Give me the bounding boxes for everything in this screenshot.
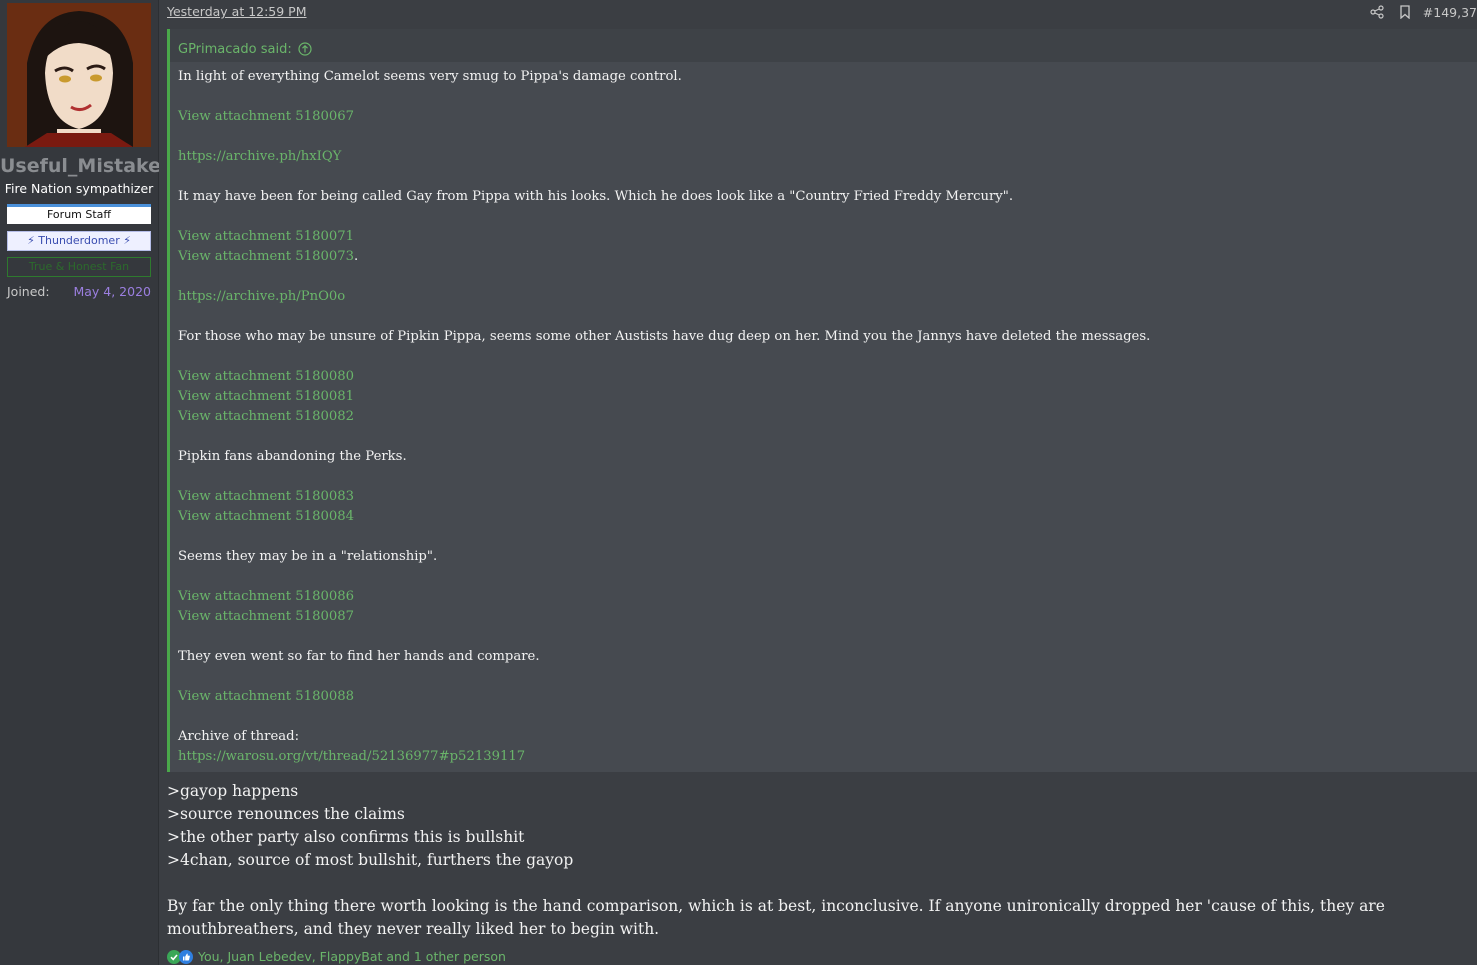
quote-text-line: Pipkin fans abandoning the Perks.: [178, 447, 1477, 467]
quote-spacer: [178, 467, 1477, 487]
quote-text: Pipkin fans abandoning the Perks.: [178, 449, 407, 464]
quote-spacer: [178, 207, 1477, 227]
quote-spacer: [178, 707, 1477, 727]
quote-link-line: https://archive.ph/hxIQY: [178, 147, 1477, 167]
quote-spacer: [178, 87, 1477, 107]
quote-spacer: [178, 427, 1477, 447]
quote-text-line: In light of everything Camelot seems ver…: [178, 67, 1477, 87]
quote-link-line: View attachment 5180082: [178, 407, 1477, 427]
attachment-link[interactable]: https://archive.ph/PnO0o: [178, 289, 345, 304]
banner-true-honest-fan: True & Honest Fan: [7, 257, 151, 277]
attachment-link[interactable]: View attachment 5180082: [178, 409, 354, 424]
avatar[interactable]: [7, 3, 151, 147]
attachment-link[interactable]: View attachment 5180088: [178, 689, 354, 704]
banner-thunderdomer: ⚡ Thunderdomer ⚡: [7, 231, 151, 251]
attachment-link[interactable]: View attachment 5180087: [178, 609, 354, 624]
attachment-link[interactable]: View attachment 5180081: [178, 389, 354, 404]
quote-text: For those who may be unsure of Pipkin Pi…: [178, 329, 1151, 344]
quote-link-line: View attachment 5180086: [178, 587, 1477, 607]
attachment-link[interactable]: View attachment 5180086: [178, 589, 354, 604]
avatar-image: [7, 3, 151, 147]
quote-link-line: View attachment 5180067: [178, 107, 1477, 127]
quote-spacer: [178, 127, 1477, 147]
quote-content: In light of everything Camelot seems ver…: [170, 62, 1477, 767]
user-sidebar: Useful_Mistake Fire Nation sympathizer F…: [0, 0, 161, 965]
quote-link-line: View attachment 5180081: [178, 387, 1477, 407]
joined-label: Joined:: [7, 284, 50, 299]
quote-spacer: [178, 347, 1477, 367]
quote-header[interactable]: GPrimacado said:: [170, 29, 1477, 62]
quote-link-line: View attachment 5180083: [178, 487, 1477, 507]
attachment-link[interactable]: View attachment 5180067: [178, 109, 354, 124]
quote-spacer: [178, 267, 1477, 287]
banner-forum-staff: Forum Staff: [7, 204, 151, 224]
joined-date: May 4, 2020: [73, 284, 151, 299]
quote-text-line: It may have been for being called Gay fr…: [178, 187, 1477, 207]
quote-text-line: Seems they may be in a "relationship".: [178, 547, 1477, 567]
quote-author[interactable]: GPrimacado said:: [178, 42, 292, 57]
quote-spacer: [178, 527, 1477, 547]
quote-link-line: View attachment 5180084: [178, 507, 1477, 527]
attachment-link[interactable]: View attachment 5180071: [178, 229, 354, 244]
quote-link-line: https://warosu.org/vt/thread/52136977#p5…: [178, 747, 1477, 767]
greentext-line: >source renounces the claims: [167, 805, 405, 823]
thumbs-up-icon: [179, 949, 193, 964]
reply-paragraph: By far the only thing there worth lookin…: [167, 897, 1385, 938]
username[interactable]: Useful_Mistake: [0, 155, 161, 177]
attachment-link[interactable]: View attachment 5180083: [178, 489, 354, 504]
quote-text-line: Archive of thread:: [178, 727, 1477, 747]
quote-link-line: View attachment 5180071: [178, 227, 1477, 247]
quote-text-line: For those who may be unsure of Pipkin Pi…: [178, 327, 1477, 347]
quote-spacer: [178, 667, 1477, 687]
quote-text: Seems they may be in a "relationship".: [178, 549, 438, 564]
bookmark-icon[interactable]: [1395, 4, 1415, 20]
quote-text-line: They even went so far to find her hands …: [178, 647, 1477, 667]
share-icon[interactable]: [1367, 4, 1387, 20]
quote-link-line: View attachment 5180087: [178, 607, 1477, 627]
post-date-link[interactable]: Yesterday at 12:59 PM: [167, 4, 307, 19]
quote-link-line: View attachment 5180088: [178, 687, 1477, 707]
quote-text: In light of everything Camelot seems ver…: [178, 69, 682, 84]
post-number-link[interactable]: #149,37: [1423, 5, 1477, 20]
attachment-link[interactable]: https://archive.ph/hxIQY: [178, 149, 341, 164]
quote-block: GPrimacado said: In light of everything …: [167, 29, 1477, 772]
reactions-text[interactable]: You, Juan Lebedev, FlappyBat and 1 other…: [198, 949, 506, 964]
quote-spacer: [178, 167, 1477, 187]
reactions-bar[interactable]: You, Juan Lebedev, FlappyBat and 1 other…: [167, 949, 506, 964]
reply-content: >gayop happens >source renounces the cla…: [167, 780, 1465, 941]
quote-text: They even went so far to find her hands …: [178, 649, 540, 664]
greentext-line: >the other party also confirms this is b…: [167, 828, 525, 846]
quote-link-line: https://archive.ph/PnO0o: [178, 287, 1477, 307]
jump-to-quote-icon[interactable]: [298, 42, 312, 56]
quote-spacer: [178, 627, 1477, 647]
attachment-link[interactable]: https://warosu.org/vt/thread/52136977#p5…: [178, 749, 525, 764]
attachment-link[interactable]: View attachment 5180080: [178, 369, 354, 384]
attachment-link[interactable]: View attachment 5180073: [178, 249, 354, 264]
attachment-link[interactable]: View attachment 5180084: [178, 509, 354, 524]
quote-link-line: View attachment 5180080: [178, 367, 1477, 387]
quote-suffix: .: [354, 249, 359, 264]
greentext-line: >gayop happens: [167, 782, 299, 800]
greentext-line: >4chan, source of most bullshit, further…: [167, 851, 574, 869]
quote-text: Archive of thread:: [178, 729, 300, 744]
quote-spacer: [178, 307, 1477, 327]
quote-text: It may have been for being called Gay fr…: [178, 189, 1014, 204]
post-actions: #149,37: [1367, 3, 1477, 21]
quote-link-line: View attachment 5180073.: [178, 247, 1477, 267]
user-title: Fire Nation sympathizer: [4, 181, 154, 196]
post-body: Yesterday at 12:59 PM #149,37 GPrimacado…: [159, 0, 1477, 965]
quote-spacer: [178, 567, 1477, 587]
